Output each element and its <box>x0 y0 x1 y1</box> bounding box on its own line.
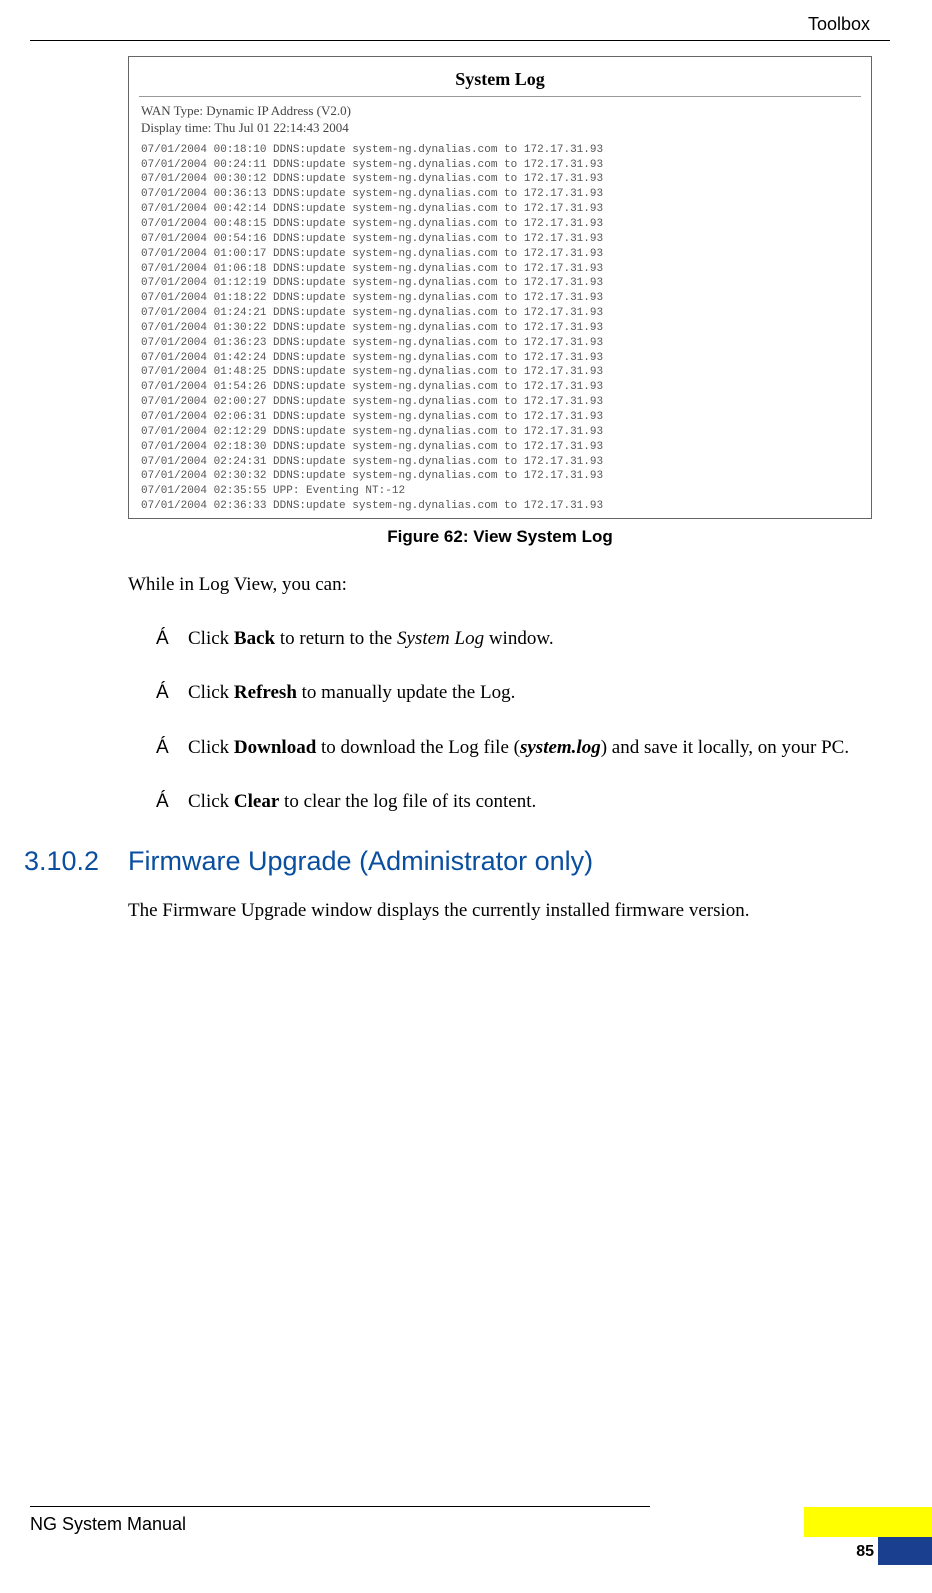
log-entry: 07/01/2004 02:12:29 DDNS:update system-n… <box>141 425 861 440</box>
bold-term: Download <box>234 737 316 758</box>
section-title: Firmware Upgrade (Administrator only) <box>128 846 593 877</box>
header-rule <box>30 40 890 41</box>
section-heading: 3.10.2 Firmware Upgrade (Administrator o… <box>128 846 872 877</box>
bold-italic-term: system.log <box>520 737 601 758</box>
bold-term: Clear <box>234 791 279 812</box>
bold-term: Back <box>234 628 275 649</box>
section-number: 3.10.2 <box>24 846 99 877</box>
bullet-item: ÁClick Back to return to the System Log … <box>156 623 872 655</box>
log-entry: 07/01/2004 01:30:22 DDNS:update system-n… <box>141 321 861 336</box>
log-wan-type: WAN Type: Dynamic IP Address (V2.0) <box>141 103 861 120</box>
bold-term: Refresh <box>234 682 297 703</box>
intro-text: While in Log View, you can: <box>128 569 872 601</box>
log-entry: 07/01/2004 01:36:23 DDNS:update system-n… <box>141 336 861 351</box>
log-entry: 07/01/2004 00:36:13 DDNS:update system-n… <box>141 187 861 202</box>
bullet-mark: Á <box>156 677 188 709</box>
bullet-text: Click Clear to clear the log file of its… <box>188 786 872 818</box>
bullet-item: ÁClick Clear to clear the log file of it… <box>156 786 872 818</box>
section-body: The Firmware Upgrade window displays the… <box>128 895 872 927</box>
log-entry: 07/01/2004 01:42:24 DDNS:update system-n… <box>141 351 861 366</box>
footer-rule <box>30 1506 650 1507</box>
log-entry: 07/01/2004 02:36:33 DDNS:update system-n… <box>141 499 861 514</box>
log-entry: 07/01/2004 00:42:14 DDNS:update system-n… <box>141 202 861 217</box>
running-header: Toolbox <box>808 14 870 35</box>
log-entry: 07/01/2004 01:48:25 DDNS:update system-n… <box>141 365 861 380</box>
accent-blue <box>878 1537 932 1565</box>
log-entry: 07/01/2004 01:54:26 DDNS:update system-n… <box>141 380 861 395</box>
log-entry: 07/01/2004 01:00:17 DDNS:update system-n… <box>141 247 861 262</box>
log-display-time: Display time: Thu Jul 01 22:14:43 2004 <box>141 120 861 137</box>
bullet-item: ÁClick Refresh to manually update the Lo… <box>156 677 872 709</box>
log-entry: 07/01/2004 00:24:11 DDNS:update system-n… <box>141 158 861 173</box>
bullet-mark: Á <box>156 786 188 818</box>
bullet-text: Click Back to return to the System Log w… <box>188 623 872 655</box>
bullet-list: ÁClick Back to return to the System Log … <box>156 623 872 818</box>
page-number: 85 <box>856 1543 874 1561</box>
log-meta: WAN Type: Dynamic IP Address (V2.0) Disp… <box>129 103 871 143</box>
document-page: Toolbox System Log WAN Type: Dynamic IP … <box>0 0 932 1593</box>
content-area: System Log WAN Type: Dynamic IP Address … <box>128 56 872 950</box>
log-entry: 07/01/2004 00:48:15 DDNS:update system-n… <box>141 217 861 232</box>
bullet-text: Click Download to download the Log file … <box>188 732 872 764</box>
bullet-text: Click Refresh to manually update the Log… <box>188 677 872 709</box>
bullet-item: ÁClick Download to download the Log file… <box>156 732 872 764</box>
accent-yellow <box>804 1507 932 1537</box>
log-divider <box>139 96 861 97</box>
system-log-screenshot: System Log WAN Type: Dynamic IP Address … <box>128 56 872 519</box>
log-entry: 07/01/2004 01:12:19 DDNS:update system-n… <box>141 276 861 291</box>
log-entry: 07/01/2004 00:30:12 DDNS:update system-n… <box>141 172 861 187</box>
log-entry: 07/01/2004 00:18:10 DDNS:update system-n… <box>141 143 861 158</box>
bullet-mark: Á <box>156 623 188 655</box>
log-entry: 07/01/2004 00:54:16 DDNS:update system-n… <box>141 232 861 247</box>
log-entry: 07/01/2004 02:30:32 DDNS:update system-n… <box>141 469 861 484</box>
italic-term: System Log <box>397 628 484 649</box>
log-entry: 07/01/2004 02:06:31 DDNS:update system-n… <box>141 410 861 425</box>
system-log-title: System Log <box>129 57 871 96</box>
footer-label: NG System Manual <box>30 1514 186 1535</box>
bullet-mark: Á <box>156 732 188 764</box>
log-entry: 07/01/2004 01:24:21 DDNS:update system-n… <box>141 306 861 321</box>
log-entry: 07/01/2004 01:18:22 DDNS:update system-n… <box>141 291 861 306</box>
log-entry: 07/01/2004 02:00:27 DDNS:update system-n… <box>141 395 861 410</box>
figure-caption: Figure 62: View System Log <box>128 527 872 547</box>
log-entry: 07/01/2004 02:18:30 DDNS:update system-n… <box>141 440 861 455</box>
log-entries: 07/01/2004 00:18:10 DDNS:update system-n… <box>129 143 871 518</box>
log-entry: 07/01/2004 02:24:31 DDNS:update system-n… <box>141 455 861 470</box>
log-entry: 07/01/2004 01:06:18 DDNS:update system-n… <box>141 262 861 277</box>
log-entry: 07/01/2004 02:35:55 UPP: Eventing NT:-12 <box>141 484 861 499</box>
